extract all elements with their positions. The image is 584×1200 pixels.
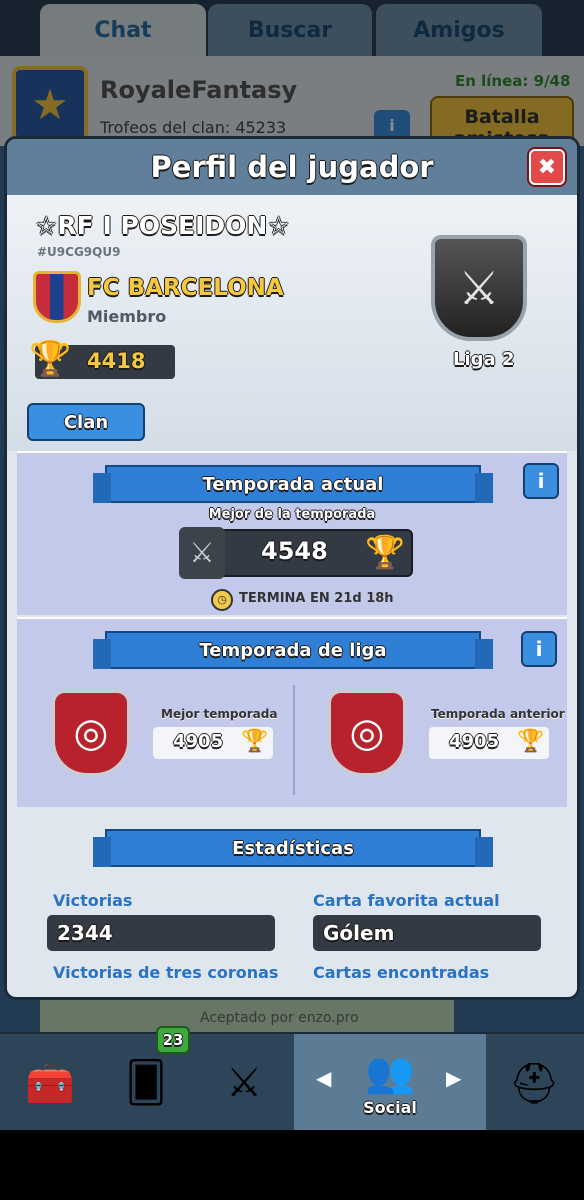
league-badge-icon: ⚔ — [431, 235, 527, 341]
player-name: ☆RF I POSEIDON☆ — [35, 211, 290, 240]
close-button[interactable]: ✖ — [529, 149, 565, 185]
player-trophies: 4418 — [87, 349, 146, 373]
nav-left-arrow-icon[interactable]: ◀ — [316, 1066, 331, 1090]
current-season-info-button[interactable]: i — [523, 463, 559, 499]
clan-button[interactable]: Clan — [27, 403, 145, 441]
cards-icon: 🂠 — [125, 1060, 167, 1106]
player-clan-name: FC BARCELONA — [87, 275, 284, 301]
league-sword-icon: ⚔ — [179, 527, 225, 579]
previous-season-value: 4905 — [449, 731, 500, 752]
nav-battle[interactable]: ⚔ — [198, 1040, 290, 1126]
crossed-swords-icon: ⚔ — [226, 1060, 262, 1106]
season-best-value: 4548 — [261, 537, 328, 565]
profile-section: ☆RF I POSEIDON☆ #U9CG9QU9 FC BARCELONA M… — [7, 195, 577, 451]
wins-value: 2344 — [57, 921, 113, 945]
statistics-ribbon: Estadísticas — [93, 829, 493, 867]
trophy-icon: 🏆 — [365, 533, 405, 571]
trophy-icon: 🏆 — [29, 339, 72, 379]
clock-icon: ◷ — [211, 589, 233, 611]
best-league-season-box: 4905 🏆 — [153, 727, 273, 759]
modal-title: Perfil del jugador — [150, 150, 434, 184]
helmet-icon: ⛑ — [508, 1060, 560, 1107]
info-icon: i — [535, 637, 543, 661]
current-season-ribbon: Temporada actual — [93, 465, 493, 503]
wins-box: 2344 — [47, 915, 275, 951]
wins-label: Victorias — [53, 891, 133, 910]
nav-social-label: Social — [363, 1098, 417, 1117]
close-icon: ✖ — [537, 154, 557, 180]
nav-events[interactable]: ⛑ — [488, 1040, 580, 1126]
previous-season-label: Temporada anterior — [431, 707, 565, 721]
league-season-info-button[interactable]: i — [521, 631, 557, 667]
current-season-title: Temporada actual — [202, 473, 384, 495]
trophy-icon: 🏆 — [517, 729, 545, 754]
nav-shop[interactable]: 🧰 — [4, 1040, 96, 1126]
best-league-season-value: 4905 — [173, 731, 224, 752]
current-season-section: Temporada actual i Mejor de la temporada… — [17, 451, 567, 615]
divider — [293, 685, 295, 795]
cards-found-label: Cartas encontradas — [313, 963, 490, 982]
statistics-section: Estadísticas Victorias 2344 Carta favori… — [17, 809, 567, 997]
league-label: Liga 2 — [453, 349, 515, 370]
best-of-season-label: Mejor de la temporada — [208, 507, 376, 522]
trophy-icon: 🏆 — [241, 729, 269, 754]
league-season-section: Temporada de liga i ◎ Mejor temporada 49… — [17, 617, 567, 807]
modal-header: Perfil del jugador ✖ — [7, 139, 577, 195]
cards-count-badge: 23 — [156, 1026, 190, 1054]
favorite-card-box: Gólem — [313, 915, 541, 951]
season-ends-text: TERMINA EN 21d 18h — [239, 591, 394, 606]
social-icon: 👥 — [365, 1050, 415, 1096]
clan-shield-icon — [33, 271, 81, 323]
statistics-title: Estadísticas — [232, 837, 354, 859]
nav-right-arrow-icon[interactable]: ▶ — [446, 1066, 461, 1090]
nav-social[interactable]: 👥 Social — [344, 1040, 436, 1126]
player-profile-modal: Perfil del jugador ✖ ☆RF I POSEIDON☆ #U9… — [4, 136, 580, 1000]
favorite-card-label: Carta favorita actual — [313, 891, 500, 910]
player-tag: #U9CG9QU9 — [37, 245, 121, 259]
chest-icon: 🧰 — [25, 1060, 75, 1107]
screen-bottom-bar — [0, 1130, 584, 1200]
player-role: Miembro — [87, 307, 167, 326]
best-league-season-label: Mejor temporada — [161, 707, 278, 721]
three-crown-wins-label: Victorias de tres coronas — [53, 963, 279, 982]
target-badge-icon: ◎ — [327, 689, 407, 777]
league-season-title: Temporada de liga — [199, 639, 387, 661]
league-season-ribbon: Temporada de liga — [93, 631, 493, 669]
previous-season-box: 4905 🏆 — [429, 727, 549, 759]
info-icon: i — [537, 469, 545, 493]
target-badge-icon: ◎ — [51, 689, 131, 777]
favorite-card-value: Gólem — [323, 921, 395, 945]
bottom-nav: 🧰 🂠 ⚔ 👥 Social ⛑ — [0, 1032, 584, 1132]
